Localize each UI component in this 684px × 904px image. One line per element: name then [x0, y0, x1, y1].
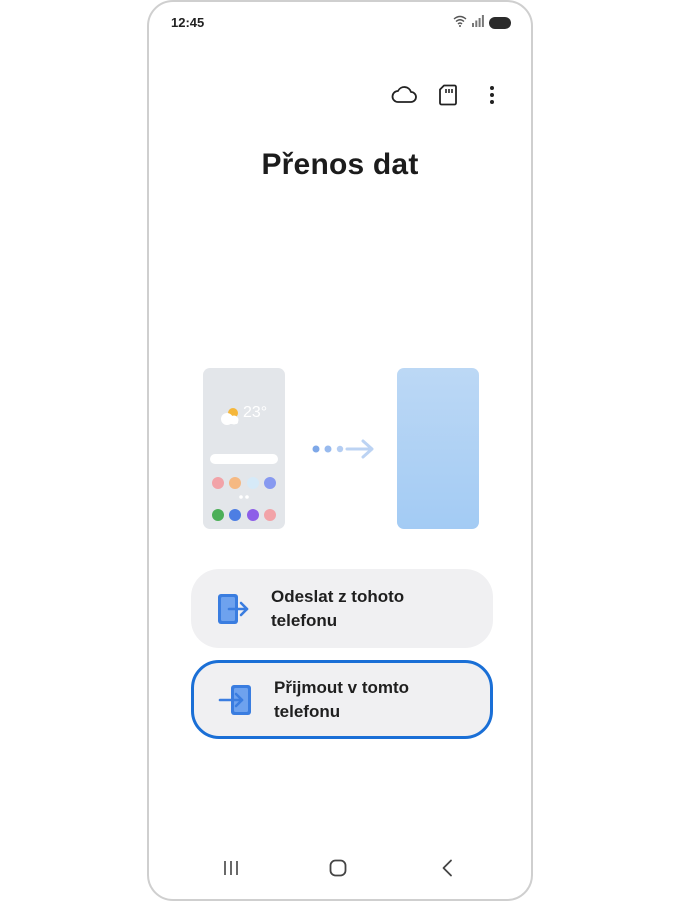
navigation-bar: [149, 843, 531, 899]
status-time: 12:45: [171, 15, 205, 30]
recent-apps-icon[interactable]: [213, 853, 249, 883]
send-phone-icon: [213, 589, 253, 629]
more-options-icon[interactable]: [479, 82, 505, 108]
battery-icon: [489, 17, 511, 29]
home-icon[interactable]: [320, 853, 356, 883]
wifi-icon: [453, 14, 467, 32]
cloud-icon[interactable]: [391, 82, 417, 108]
status-bar: 12:45: [149, 2, 531, 46]
toolbar: [391, 82, 505, 108]
receive-button-label: Přijmout v tomto telefonu: [274, 677, 410, 721]
receive-on-this-phone-button[interactable]: Přijmout v tomto telefonu: [191, 660, 493, 739]
destination-phone-illustration: [397, 368, 479, 529]
send-button-label: Odeslat z tohoto telefonu: [271, 586, 405, 630]
page-title: Přenos dat: [261, 148, 419, 181]
send-from-this-phone-button[interactable]: Odeslat z tohoto telefonu: [191, 569, 493, 648]
status-icons: [453, 15, 511, 31]
receive-phone-icon: [216, 680, 256, 720]
sd-card-icon[interactable]: [435, 82, 461, 108]
transfer-arrow-icon: [311, 438, 377, 465]
signal-icon: [472, 14, 484, 32]
phone-frame: 12:45 Přenos dat 23° Odeslat z tohoto te…: [147, 0, 533, 901]
back-icon[interactable]: [429, 853, 465, 883]
weather-temperature: 23°: [243, 404, 268, 421]
source-phone-illustration: 23°: [203, 368, 285, 529]
